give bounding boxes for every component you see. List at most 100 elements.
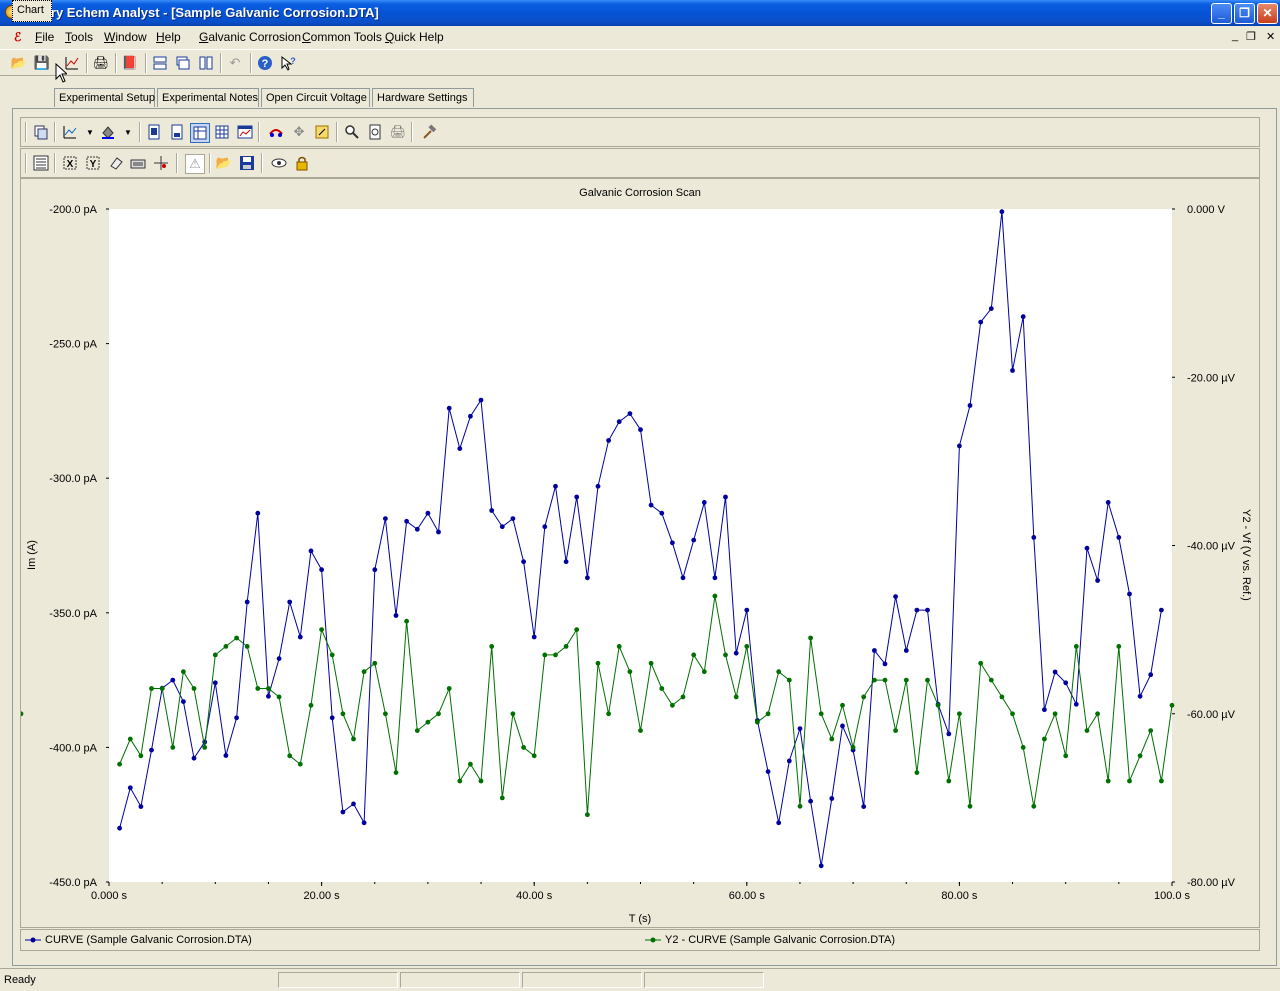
- toolbar-grip: [25, 122, 27, 142]
- curve-point: [1159, 607, 1164, 613]
- y2-curve-point: [563, 644, 569, 649]
- status-pane: [644, 972, 764, 988]
- y-axis-label: Im (A): [26, 540, 38, 570]
- fill-color-icon[interactable]: [99, 123, 117, 141]
- curve-point: [914, 607, 920, 613]
- y2-curve-point: [988, 677, 994, 683]
- menu-help[interactable]: Help: [156, 30, 181, 44]
- undo-icon[interactable]: ↶: [226, 54, 244, 72]
- cursor-crosshair-icon[interactable]: [152, 154, 170, 172]
- save-icon[interactable]: 💾: [33, 54, 51, 72]
- rotate-3d-icon[interactable]: [267, 123, 285, 141]
- curve-point: [712, 575, 718, 581]
- cascade-icon[interactable]: [174, 54, 192, 72]
- pan-icon[interactable]: ✥: [290, 123, 308, 141]
- x-tick-label: 0.000 s: [91, 890, 128, 902]
- legend-item-y2[interactable]: Y2 - CURVE (Sample Galvanic Corrosion.DT…: [645, 934, 895, 946]
- zoom-box-icon[interactable]: [313, 123, 331, 141]
- export-icon[interactable]: 📕: [121, 54, 139, 72]
- open-folder-icon[interactable]: 📂: [215, 154, 233, 172]
- print-preview-icon[interactable]: [366, 123, 384, 141]
- curve-point: [287, 599, 293, 605]
- curve-point: [478, 397, 484, 403]
- toolbar-grip: [25, 153, 27, 173]
- select-y-icon[interactable]: Y: [84, 154, 102, 172]
- close-button[interactable]: ✕: [1257, 3, 1278, 24]
- y2-curve-point: [297, 761, 303, 767]
- y2-curve-point: [850, 745, 856, 750]
- y2-curve-point: [829, 736, 835, 742]
- document-icon[interactable]: ℰ: [14, 30, 21, 44]
- curve-point: [223, 753, 229, 758]
- curve-point: [744, 607, 750, 613]
- tab-experimental-setup[interactable]: Experimental Setup: [54, 88, 155, 107]
- y2-curve-point: [1084, 728, 1090, 733]
- y2-curve-point: [882, 677, 888, 683]
- tab-experimental-notes[interactable]: Experimental Notes: [157, 88, 259, 107]
- print-icon[interactable]: 🖨: [92, 54, 110, 72]
- keyboard-icon[interactable]: [129, 154, 147, 172]
- tab-hardware-settings[interactable]: Hardware Settings: [372, 88, 474, 107]
- y2-curve-point: [138, 753, 144, 759]
- copy-icon[interactable]: [32, 123, 50, 141]
- page-icon[interactable]: [145, 123, 163, 141]
- zoom-icon[interactable]: [343, 123, 361, 141]
- menu-window[interactable]: Window: [104, 30, 147, 44]
- restore-button[interactable]: ❐: [1234, 3, 1255, 24]
- data-table-icon[interactable]: [190, 123, 210, 143]
- chart-window-icon[interactable]: [236, 123, 254, 141]
- warning-icon[interactable]: ⚠: [185, 154, 205, 174]
- properties-hammer-icon[interactable]: [420, 123, 438, 141]
- y2-curve-point: [1095, 711, 1100, 717]
- legend-item-curve[interactable]: CURVE (Sample Galvanic Corrosion.DTA): [25, 934, 252, 946]
- y2-curve-point: [393, 770, 399, 775]
- tile-horizontal-icon[interactable]: [151, 54, 169, 72]
- open-folder-icon[interactable]: 📂: [10, 54, 28, 72]
- curve-point: [861, 804, 867, 809]
- eye-icon[interactable]: [270, 154, 288, 172]
- mdi-minimize-button[interactable]: _: [1232, 30, 1238, 42]
- curve-point: [946, 731, 952, 737]
- menu-galvanic-corrosion[interactable]: Galvanic Corrosion: [199, 30, 301, 44]
- tab-open-circuit-voltage[interactable]: Open Circuit Voltage: [261, 88, 370, 107]
- print-chart-icon[interactable]: 🖨: [389, 123, 407, 141]
- save-icon[interactable]: [238, 154, 256, 172]
- curve-point: [181, 699, 186, 704]
- chevron-down-icon[interactable]: ▼: [81, 123, 99, 141]
- y2-curve-point: [638, 728, 643, 733]
- galvanic-chart[interactable]: Galvanic Corrosion Scan T (s) Im (A) Y2 …: [21, 179, 1259, 927]
- y2-curve-point: [680, 694, 686, 700]
- menu-quick-help[interactable]: Quick Help: [385, 30, 444, 44]
- menu-file[interactable]: File: [35, 30, 54, 44]
- curve-point: [797, 726, 803, 731]
- menu-tools[interactable]: Tools: [65, 30, 93, 44]
- y2-curve-point: [159, 686, 165, 691]
- menu-common-tools[interactable]: Common Tools: [302, 30, 382, 44]
- minimize-button[interactable]: _: [1211, 3, 1232, 24]
- toolbar-separator: [54, 122, 56, 142]
- mdi-close-button[interactable]: ✕: [1266, 30, 1275, 43]
- eraser-icon[interactable]: [107, 154, 125, 172]
- y2-curve-point: [776, 669, 782, 675]
- curve-point: [1020, 314, 1026, 320]
- y2-curve-point: [319, 627, 324, 632]
- page-layout-icon[interactable]: [168, 123, 186, 141]
- mdi-restore-button[interactable]: ❐: [1246, 30, 1256, 43]
- chart-legend: CURVE (Sample Galvanic Corrosion.DTA) Y2…: [20, 929, 1260, 951]
- context-help-icon[interactable]: ?: [279, 54, 297, 72]
- list-view-icon[interactable]: [32, 154, 50, 172]
- y2-curve-point: [1031, 803, 1037, 809]
- help-icon[interactable]: ?: [256, 54, 274, 72]
- y2-curve-point: [733, 694, 739, 700]
- y2-curve-point: [446, 686, 452, 691]
- chevron-down-icon[interactable]: ▼: [119, 123, 137, 141]
- lock-icon[interactable]: [293, 154, 311, 172]
- toolbar-separator: [209, 153, 211, 173]
- chart-type-icon[interactable]: [61, 123, 79, 141]
- curve-point: [553, 483, 558, 489]
- grid-icon[interactable]: [213, 123, 231, 141]
- select-x-icon[interactable]: X: [61, 154, 79, 172]
- tile-vertical-icon[interactable]: [197, 54, 215, 72]
- tab-chart[interactable]: Chart: [12, 0, 52, 22]
- y2-curve-point: [542, 652, 548, 658]
